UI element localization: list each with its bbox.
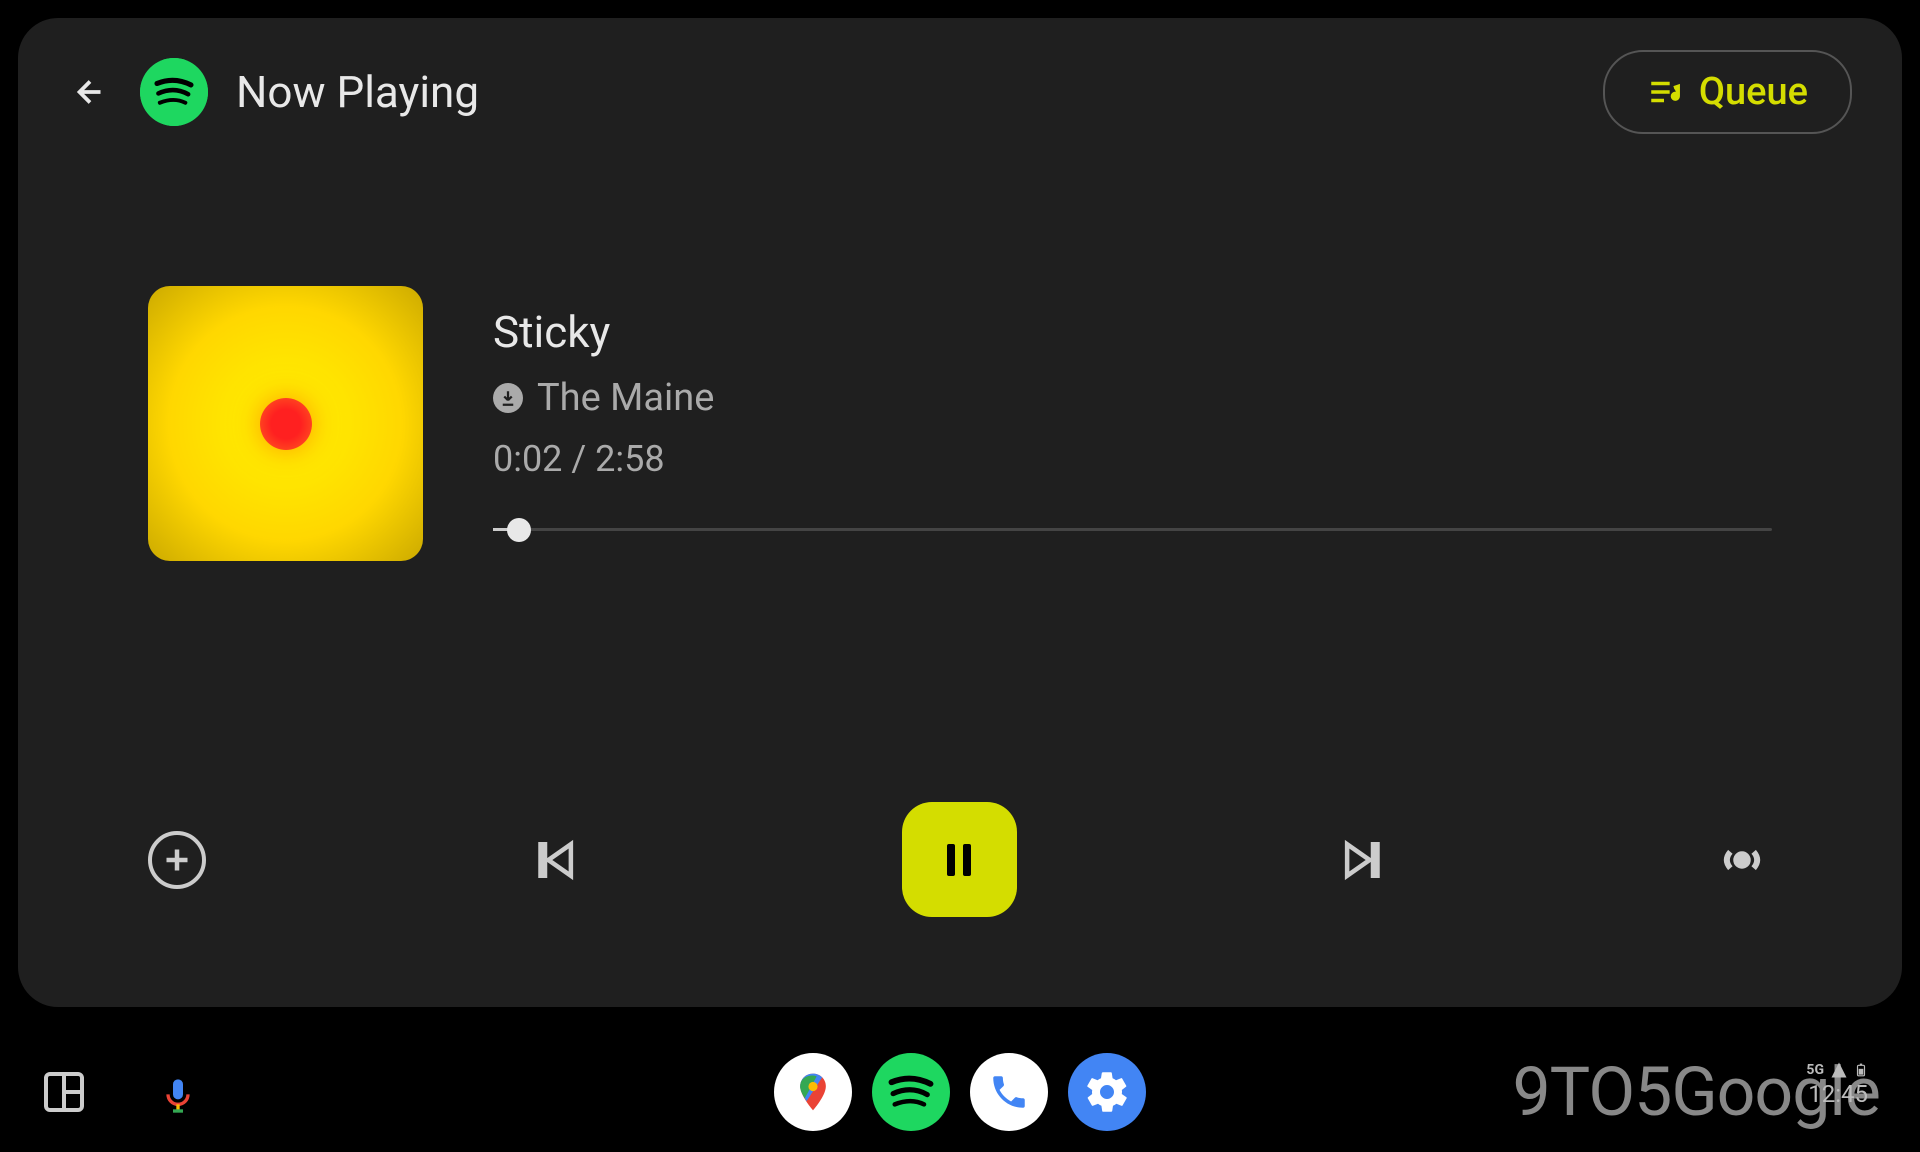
downloaded-badge-icon xyxy=(493,383,523,413)
phone-app-button[interactable] xyxy=(970,1053,1048,1131)
media-player-window: Now Playing Queue Sticky xyxy=(18,18,1902,1007)
time-display: 0:02 / 2:58 xyxy=(493,438,1772,480)
signal-icon xyxy=(1830,1061,1848,1079)
spotify-dock-icon xyxy=(872,1053,950,1131)
artist-row: The Maine xyxy=(493,376,1772,420)
nav-left xyxy=(40,1068,198,1116)
gear-icon xyxy=(1083,1068,1131,1116)
settings-app-button[interactable] xyxy=(1068,1053,1146,1131)
battery-icon xyxy=(1854,1060,1868,1080)
queue-button[interactable]: Queue xyxy=(1603,50,1852,134)
skip-next-icon xyxy=(1337,833,1391,887)
track-info: Sticky The Maine 0:02 / 2:58 xyxy=(493,286,1772,742)
dashboard-button[interactable] xyxy=(40,1068,88,1116)
track-title: Sticky xyxy=(493,306,1772,358)
status-info: 5G 12:45 xyxy=(1806,1060,1868,1108)
artist-name: The Maine xyxy=(537,376,714,420)
back-button[interactable] xyxy=(68,70,112,114)
plus-icon xyxy=(159,842,195,878)
time-separator: / xyxy=(562,438,595,480)
skip-previous-icon xyxy=(527,833,581,887)
album-artwork xyxy=(148,286,423,561)
progress-bar[interactable] xyxy=(493,528,1772,531)
play-pause-button[interactable] xyxy=(902,802,1017,917)
top-bar-left: Now Playing xyxy=(68,58,479,126)
content-area: Sticky The Maine 0:02 / 2:58 xyxy=(18,166,1902,742)
network-label: 5G xyxy=(1806,1062,1824,1078)
current-time: 0:02 xyxy=(493,438,562,480)
page-title: Now Playing xyxy=(236,66,479,118)
nav-right: 9TO5Google 5G 12:45 xyxy=(1512,1052,1880,1132)
pause-icon xyxy=(935,836,983,884)
clock: 12:45 xyxy=(1808,1080,1868,1108)
queue-icon xyxy=(1647,75,1681,109)
spotify-logo-icon xyxy=(140,58,208,126)
radio-icon xyxy=(1714,832,1770,888)
add-to-library-button[interactable] xyxy=(148,831,206,889)
album-art-detail xyxy=(260,398,312,450)
dashboard-icon xyxy=(40,1068,88,1116)
voice-assistant-button[interactable] xyxy=(158,1072,198,1112)
total-time: 2:58 xyxy=(595,438,664,480)
system-navigation-bar: 9TO5Google 5G 12:45 xyxy=(0,1032,1920,1152)
queue-label: Queue xyxy=(1699,70,1808,114)
spotify-app-button[interactable] xyxy=(872,1053,950,1131)
radio-button[interactable] xyxy=(1712,830,1772,890)
top-bar: Now Playing Queue xyxy=(18,18,1902,166)
previous-track-button[interactable] xyxy=(524,830,584,890)
maps-icon xyxy=(791,1070,835,1114)
phone-icon xyxy=(988,1071,1030,1113)
progress-thumb[interactable] xyxy=(507,518,531,542)
playback-controls xyxy=(18,742,1902,1007)
app-dock xyxy=(774,1053,1146,1131)
status-icons: 5G xyxy=(1806,1060,1868,1080)
maps-app-button[interactable] xyxy=(774,1053,852,1131)
next-track-button[interactable] xyxy=(1334,830,1394,890)
microphone-icon xyxy=(158,1072,198,1120)
